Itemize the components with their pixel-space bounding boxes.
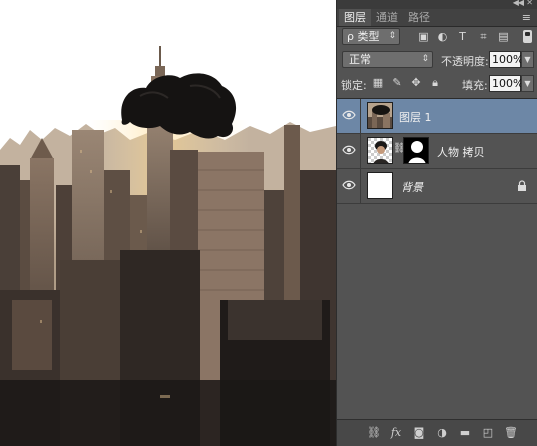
opacity-input[interactable]: 100% [489, 51, 523, 68]
document-canvas[interactable] [0, 0, 336, 446]
eye-icon[interactable] [342, 179, 356, 191]
pixel-filter-icon[interactable]: ▣ [417, 30, 430, 43]
hair-thumbnail-image [368, 103, 392, 128]
close-icon[interactable]: ✕ [526, 0, 533, 7]
layer-row-person-copy[interactable]: ⛓ 人物 拷贝 [337, 134, 537, 169]
lock-icon [518, 180, 526, 191]
eye-icon[interactable] [342, 109, 356, 121]
lock-fill-row: 锁定: ▦ ✎ ✥ 🔒︎ 填充: 100% ▼ [337, 75, 537, 95]
filter-toggle[interactable] [523, 30, 532, 43]
blend-mode-value: 正常 [349, 53, 371, 66]
blend-mode-select[interactable]: 正常 ⇕ [342, 51, 433, 68]
lock-transparent-icon[interactable]: ▦ [372, 77, 384, 89]
chevron-updown-icon: ⇕ [388, 31, 396, 41]
column-divider [360, 134, 361, 168]
tab-layers[interactable]: 图层 [339, 9, 371, 26]
column-divider [360, 169, 361, 203]
panel-menu-icon[interactable]: ≡ [522, 11, 531, 24]
smart-object-filter-icon[interactable]: ▤ [497, 30, 510, 43]
new-layer-icon[interactable]: ◰ [481, 426, 495, 440]
layers-bottom-toolbar: ⛓ fx ◙ ◑ ▬ ◰ 🗑︎ [337, 419, 537, 446]
layer-row-layer1[interactable]: 图层 1 [337, 99, 537, 134]
layer-name[interactable]: 图层 1 [399, 109, 432, 125]
lock-position-icon[interactable]: ✥ [410, 77, 422, 89]
layer-name[interactable]: 背景 [401, 179, 423, 195]
fill-label: 填充: [462, 79, 488, 92]
new-group-icon[interactable]: ▬ [458, 426, 472, 440]
fx-icon[interactable]: fx [389, 426, 403, 440]
filter-type-select[interactable]: ρ 类型 ⇕ [342, 28, 400, 45]
layer-thumbnail[interactable] [367, 137, 393, 164]
column-divider [360, 99, 361, 133]
layer-thumbnail[interactable] [367, 172, 393, 199]
layers-panel: ◀◀ ✕ 图层 通道 路径 ≡ ρ 类型 ⇕ ▣ ◐ T ⌗ ▤ 正常 ⇕ 不透… [336, 0, 537, 446]
chevron-updown-icon: ⇕ [421, 54, 429, 64]
link-layers-icon[interactable]: ⛓ [367, 426, 381, 440]
city-photo [0, 0, 336, 446]
lock-label: 锁定: [341, 79, 367, 92]
opacity-label: 不透明度: [441, 55, 489, 68]
trash-icon[interactable]: 🗑︎ [504, 426, 518, 440]
mask-thumbnail-image [404, 138, 428, 163]
tab-channels[interactable]: 通道 [371, 9, 403, 26]
link-icon[interactable]: ⛓ [393, 143, 406, 159]
layer-thumbnail[interactable] [367, 102, 393, 129]
blend-opacity-row: 正常 ⇕ 不透明度: 100% ▼ [337, 51, 537, 71]
type-filter-icon[interactable]: T [456, 30, 469, 43]
fill-input[interactable]: 100% [489, 75, 523, 92]
shape-filter-icon[interactable]: ⌗ [477, 30, 490, 43]
lock-all-icon[interactable]: 🔒︎ [429, 77, 441, 89]
panel-header-bar: ◀◀ ✕ [337, 0, 537, 9]
collapse-icon[interactable]: ◀◀ [513, 0, 524, 7]
eye-icon[interactable] [342, 144, 356, 156]
panel-tabs: 图层 通道 路径 ≡ [337, 9, 537, 27]
layer-filter-row: ρ 类型 ⇕ ▣ ◐ T ⌗ ▤ [337, 28, 537, 48]
filter-type-label: ρ 类型 [347, 30, 380, 43]
layer-mask-thumbnail[interactable] [403, 137, 429, 164]
layer-row-background[interactable]: 背景 [337, 169, 537, 204]
lock-image-icon[interactable]: ✎ [391, 77, 403, 89]
adjustment-layer-icon[interactable]: ◑ [435, 426, 449, 440]
fill-slider-button[interactable]: ▼ [521, 75, 534, 92]
opacity-slider-button[interactable]: ▼ [521, 51, 534, 68]
tab-paths[interactable]: 路径 [403, 9, 435, 26]
layers-list: 图层 1 ⛓ 人物 拷贝 背景 [337, 98, 537, 421]
adjustment-filter-icon[interactable]: ◐ [436, 30, 449, 43]
person-thumbnail-image [368, 138, 392, 163]
layer-name[interactable]: 人物 拷贝 [437, 144, 485, 160]
add-mask-icon[interactable]: ◙ [412, 426, 426, 440]
